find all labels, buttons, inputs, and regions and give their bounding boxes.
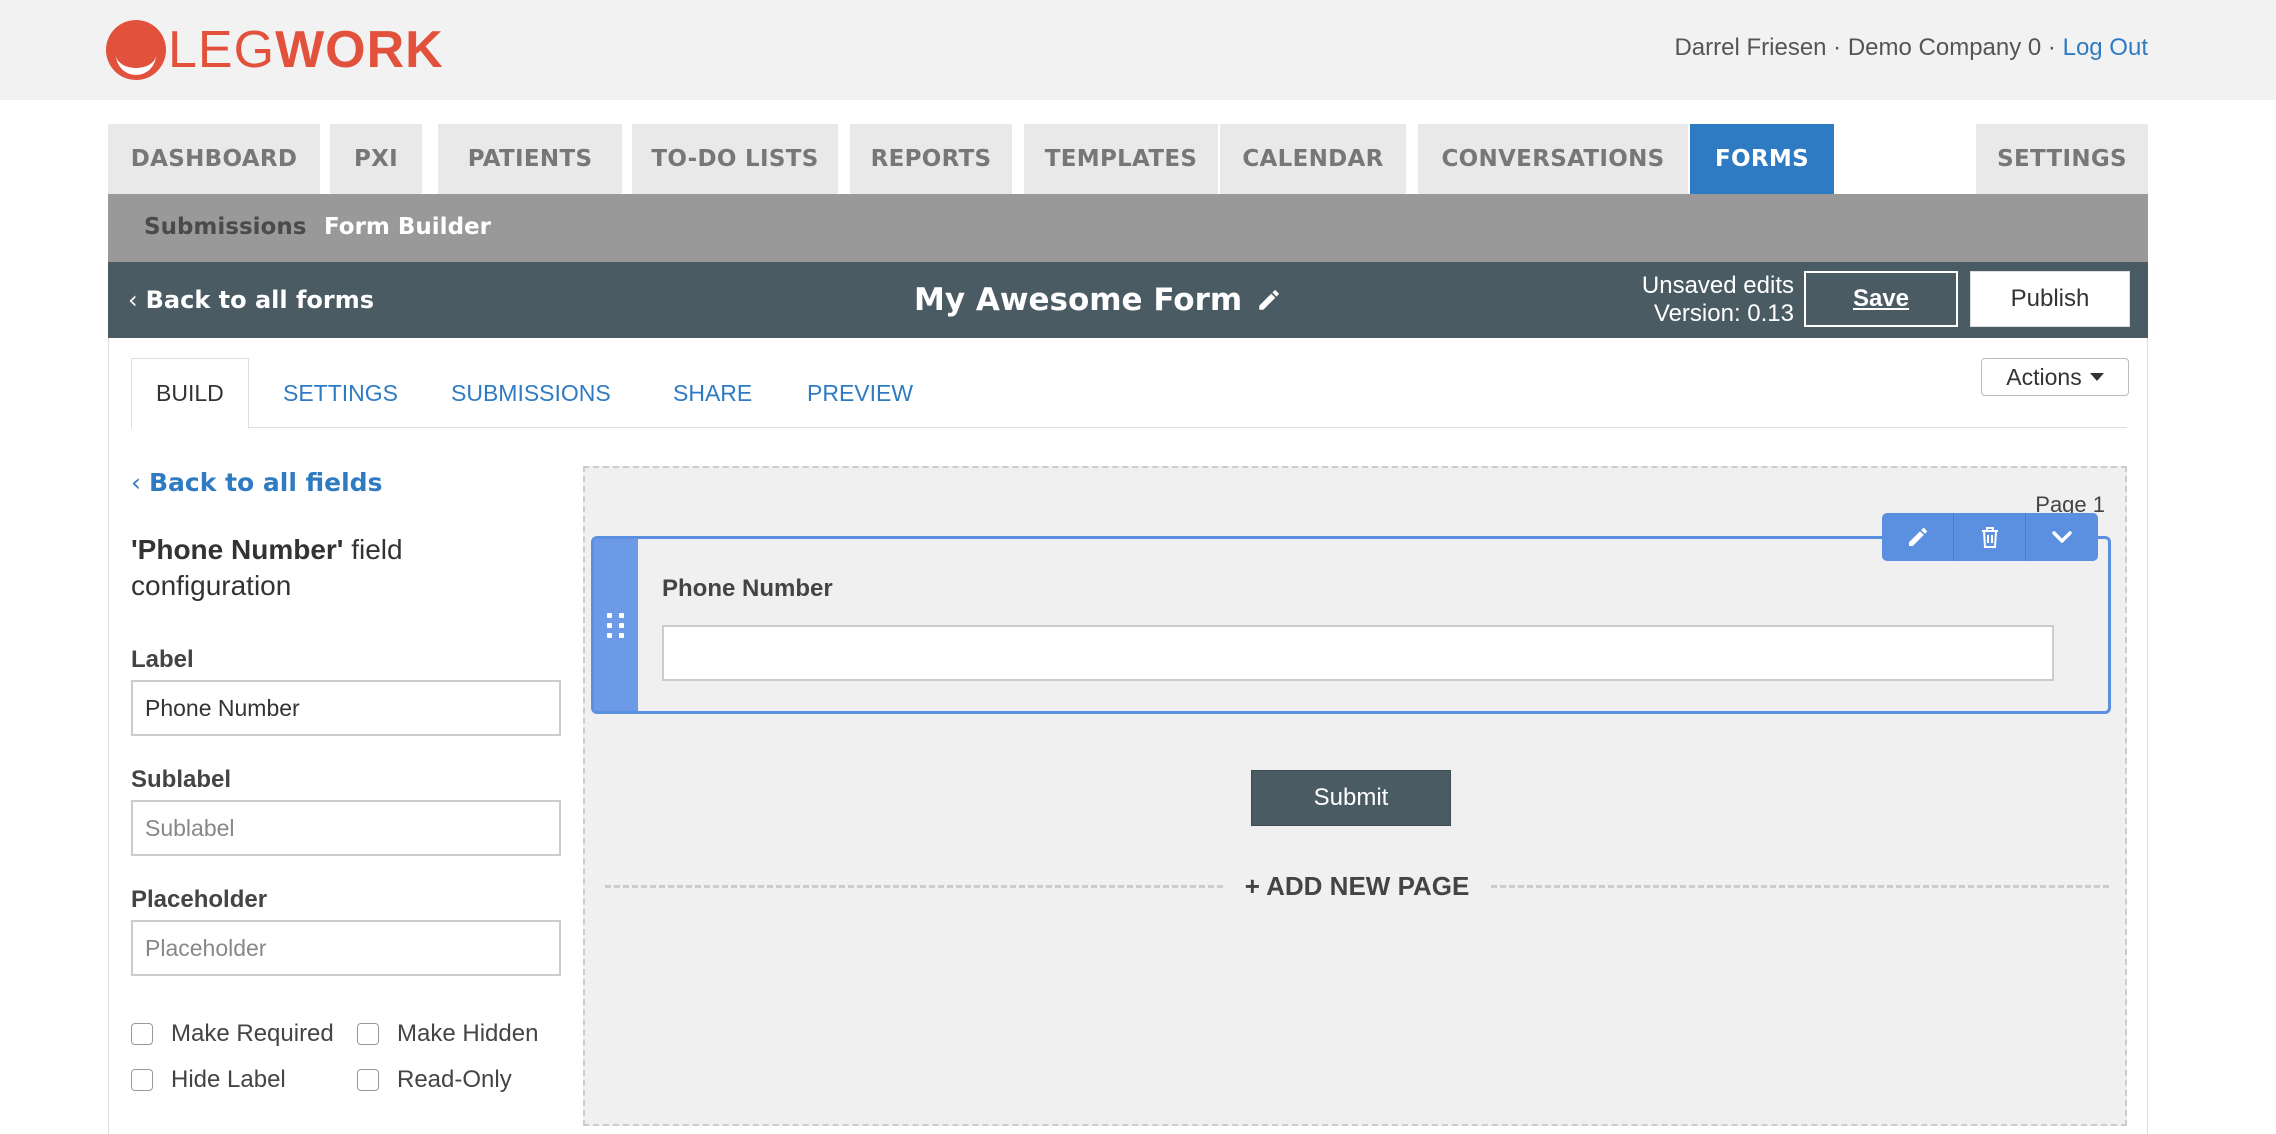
back-to-fields-label: Back to all fields <box>149 468 383 497</box>
version-text: Version: 0.13 <box>1653 300 1794 327</box>
tab-submissions[interactable]: SUBMISSIONS <box>451 358 611 428</box>
submit-button[interactable]: Submit <box>1251 770 1451 826</box>
trash-icon <box>1981 527 1998 548</box>
subnav-submissions[interactable]: Submissions <box>144 214 306 240</box>
checkbox-box[interactable] <box>357 1023 379 1045</box>
phone-number-field-card[interactable]: Phone Number <box>591 513 2111 714</box>
config-title-field: 'Phone Number' <box>131 534 344 565</box>
logo-text-light: LEG <box>168 21 276 79</box>
form-title[interactable]: My Awesome Form <box>914 282 1282 318</box>
placeholder-input[interactable] <box>131 920 561 976</box>
divider <box>1491 884 2110 888</box>
separator: · <box>2041 34 2063 61</box>
tab-settings[interactable]: SETTINGS <box>283 358 398 428</box>
main-nav: DASHBOARD PXI PATIENTS TO-DO LISTS REPOR… <box>108 124 2148 194</box>
nav-tab-settings[interactable]: SETTINGS <box>1976 124 2148 194</box>
label-field-label: Label <box>131 646 194 673</box>
back-to-forms-link[interactable]: ‹ Back to all forms <box>128 286 374 314</box>
builder-tabs: BUILD SETTINGS SUBMISSIONS SHARE PREVIEW <box>131 358 2127 429</box>
expand-field-button[interactable] <box>2026 513 2098 561</box>
separator: · <box>1826 34 1848 61</box>
tab-preview[interactable]: PREVIEW <box>807 358 913 428</box>
checkbox-box[interactable] <box>357 1069 379 1091</box>
make-hidden-checkbox[interactable]: Make Hidden <box>357 1020 538 1048</box>
sublabel-field-label: Sublabel <box>131 766 232 793</box>
make-required-label: Make Required <box>171 1020 334 1047</box>
company-name: Demo Company 0 <box>1847 34 2042 61</box>
sublabel-input[interactable] <box>131 800 561 856</box>
checkbox-box[interactable] <box>131 1023 153 1045</box>
chevron-left-icon: ‹ <box>131 468 141 497</box>
logo-text-bold: WORK <box>275 21 444 79</box>
tab-share[interactable]: SHARE <box>673 358 752 428</box>
publish-button[interactable]: Publish <box>1970 271 2130 327</box>
make-hidden-label: Make Hidden <box>397 1020 539 1047</box>
nav-tab-todo-lists[interactable]: TO-DO LISTS <box>632 124 838 194</box>
hide-label-label: Hide Label <box>171 1066 286 1093</box>
pencil-icon[interactable] <box>1256 287 1282 313</box>
field-label: Phone Number <box>662 575 833 602</box>
user-name: Darrel Friesen <box>1674 34 1827 61</box>
save-status: Unsaved edits Version: 0.13 <box>1628 272 1794 328</box>
logo-text: LEGWORK <box>168 20 444 80</box>
sub-nav: Submissions Form Builder <box>108 194 2148 262</box>
config-title: 'Phone Number' field configuration <box>131 532 561 604</box>
form-header: ‹ Back to all forms My Awesome Form Unsav… <box>108 262 2148 338</box>
nav-tab-pxi[interactable]: PXI <box>330 124 422 194</box>
label-input[interactable] <box>131 680 561 736</box>
nav-tab-conversations[interactable]: CONVERSATIONS <box>1418 124 1688 194</box>
edit-field-button[interactable] <box>1882 513 1954 561</box>
field-input-preview[interactable] <box>662 625 2054 681</box>
actions-dropdown[interactable]: Actions <box>1981 358 2129 396</box>
divider <box>605 884 1223 888</box>
form-title-text: My Awesome Form <box>914 282 1243 318</box>
top-bar: LEGWORK Darrel Friesen · Demo Company 0 … <box>0 0 2276 100</box>
nav-tab-calendar[interactable]: CALENDAR <box>1220 124 1406 194</box>
read-only-label: Read-Only <box>397 1066 512 1093</box>
save-button[interactable]: Save <box>1804 271 1958 327</box>
nav-tab-reports[interactable]: REPORTS <box>850 124 1012 194</box>
subnav-form-builder[interactable]: Form Builder <box>324 214 491 240</box>
checkbox-box[interactable] <box>131 1069 153 1091</box>
back-to-forms-label: Back to all forms <box>145 286 375 314</box>
field-toolbar <box>1882 513 2098 561</box>
add-new-page-label[interactable]: + ADD NEW PAGE <box>1223 871 1492 902</box>
pencil-icon <box>1908 527 1927 546</box>
nav-tab-templates[interactable]: TEMPLATES <box>1024 124 1218 194</box>
hide-label-checkbox[interactable]: Hide Label <box>131 1066 286 1094</box>
logo-mark-icon <box>106 20 166 80</box>
back-to-fields-link[interactable]: ‹ Back to all fields <box>131 468 382 497</box>
nav-tab-dashboard[interactable]: DASHBOARD <box>108 124 320 194</box>
read-only-checkbox[interactable]: Read-Only <box>357 1066 512 1094</box>
actions-label: Actions <box>2006 363 2082 390</box>
chevron-down-icon <box>2052 531 2072 543</box>
drag-handle-icon[interactable] <box>594 539 638 711</box>
add-new-page[interactable]: + ADD NEW PAGE <box>605 866 2110 906</box>
make-required-checkbox[interactable]: Make Required <box>131 1020 334 1048</box>
user-info: Darrel Friesen · Demo Company 0 · Log Ou… <box>1674 34 2148 62</box>
delete-field-button[interactable] <box>1954 513 2026 561</box>
placeholder-field-label: Placeholder <box>131 886 268 913</box>
tab-build[interactable]: BUILD <box>131 358 249 429</box>
unsaved-edits-text: Unsaved edits <box>1641 272 1794 299</box>
builder-panel: BUILD SETTINGS SUBMISSIONS SHARE PREVIEW… <box>108 338 2148 1134</box>
nav-tab-patients[interactable]: PATIENTS <box>438 124 622 194</box>
form-canvas: Page 1 Phone Number Submit + ADD NEW PAG… <box>583 466 2127 1126</box>
chevron-left-icon: ‹ <box>128 286 138 314</box>
caret-down-icon <box>2089 373 2104 381</box>
nav-tab-forms[interactable]: FORMS <box>1690 124 1834 194</box>
logout-link[interactable]: Log Out <box>2063 34 2148 61</box>
legwork-logo[interactable]: LEGWORK <box>106 20 444 80</box>
